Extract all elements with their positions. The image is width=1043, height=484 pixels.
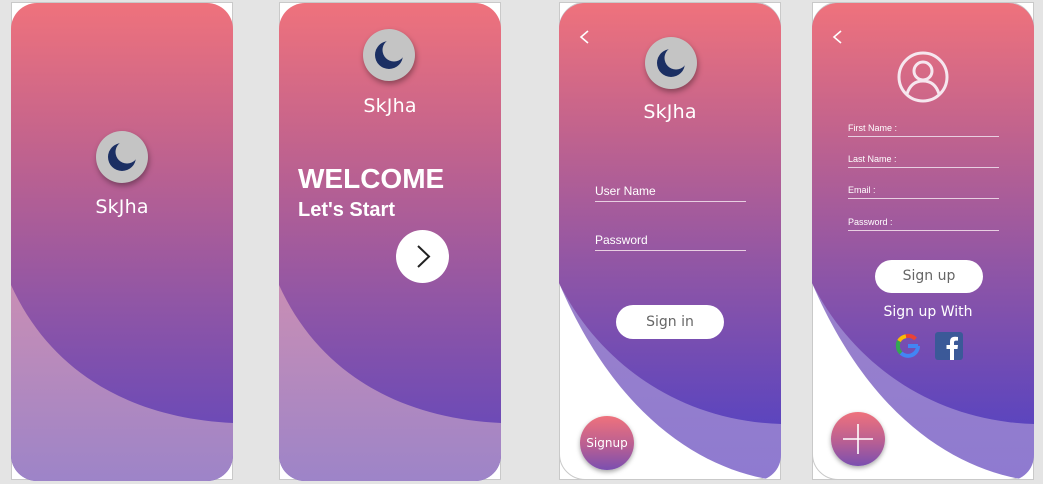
chevron-left-icon bbox=[579, 30, 589, 44]
plus-icon bbox=[843, 424, 873, 454]
last-name-underline bbox=[848, 167, 999, 168]
first-name-underline bbox=[848, 136, 999, 137]
sign-up-with-label: Sign up With bbox=[883, 304, 973, 320]
crescent-moon-icon bbox=[375, 38, 406, 69]
add-button[interactable] bbox=[831, 412, 885, 466]
facebook-icon bbox=[935, 332, 963, 360]
password-underline bbox=[595, 250, 746, 251]
last-name-field[interactable]: Last Name : bbox=[848, 154, 999, 168]
email-label: Email : bbox=[848, 185, 876, 195]
first-name-field[interactable]: First Name : bbox=[848, 123, 999, 137]
chevron-right-icon bbox=[417, 245, 431, 268]
brand-name: SkJha bbox=[363, 95, 417, 117]
username-underline bbox=[595, 201, 746, 202]
first-name-label: First Name : bbox=[848, 123, 898, 133]
back-button[interactable] bbox=[577, 27, 593, 47]
app-logo bbox=[363, 29, 415, 81]
app-logo bbox=[645, 37, 697, 89]
password-underline bbox=[848, 230, 999, 231]
welcome-screen: SkJha WELCOME Let's Start bbox=[279, 3, 501, 481]
brand-name: SkJha bbox=[643, 101, 697, 123]
password-field[interactable]: Password bbox=[595, 233, 746, 251]
crescent-moon-icon bbox=[108, 140, 139, 171]
signup-button[interactable]: Signup bbox=[580, 416, 634, 470]
sign-in-button[interactable]: Sign in bbox=[616, 305, 724, 339]
back-button[interactable] bbox=[830, 27, 846, 47]
username-field[interactable]: User Name bbox=[595, 184, 746, 202]
last-name-label: Last Name : bbox=[848, 154, 897, 164]
password-label: Password : bbox=[848, 217, 893, 227]
email-field[interactable]: Email : bbox=[848, 185, 999, 199]
sign-up-button[interactable]: Sign up bbox=[875, 260, 983, 293]
splash-wave-decoration bbox=[11, 285, 233, 481]
crescent-moon-icon bbox=[657, 46, 688, 77]
next-button[interactable] bbox=[396, 230, 449, 283]
welcome-subtitle: Let's Start bbox=[298, 199, 396, 221]
signup-screen: First Name : Last Name : Email : Passwor… bbox=[812, 3, 1034, 481]
email-underline bbox=[848, 198, 999, 199]
brand-name: SkJha bbox=[95, 196, 149, 218]
chevron-left-icon bbox=[832, 30, 842, 44]
splash-screen: SkJha bbox=[11, 3, 233, 481]
user-circle-icon bbox=[897, 51, 949, 103]
facebook-button[interactable] bbox=[935, 332, 963, 360]
welcome-title: WELCOME bbox=[298, 163, 445, 194]
password-label: Password bbox=[595, 233, 648, 247]
username-label: User Name bbox=[595, 184, 656, 198]
password-field[interactable]: Password : bbox=[848, 217, 999, 231]
google-icon bbox=[895, 333, 920, 358]
google-button[interactable] bbox=[894, 332, 922, 360]
app-logo bbox=[96, 131, 148, 183]
signin-screen: SkJha User Name Password Sign in Signup bbox=[559, 3, 781, 481]
